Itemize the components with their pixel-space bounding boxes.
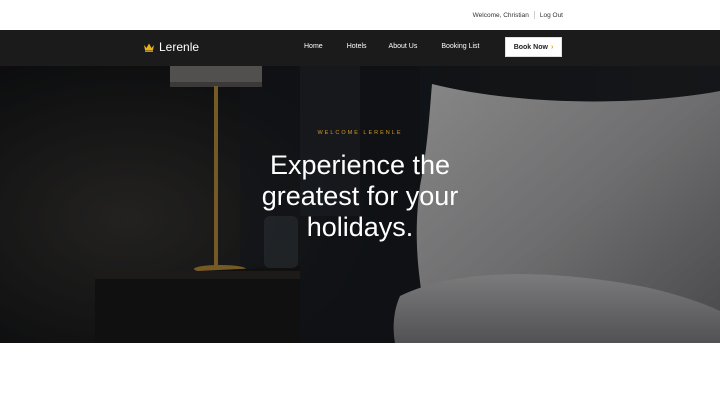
nav-item-booking-list[interactable]: Booking List — [441, 43, 479, 50]
book-now-label: Book Now — [513, 43, 548, 51]
brand-name: Lerenle — [159, 40, 200, 54]
content-area — [0, 343, 720, 400]
nav-item-home[interactable]: Home — [304, 43, 323, 50]
nav-item-hotels[interactable]: Hotels — [347, 43, 367, 50]
book-now-button[interactable]: Book Now › — [505, 37, 562, 57]
logout-link[interactable]: Log Out — [540, 12, 563, 19]
nav-menu: Home Hotels About Us Booking List — [304, 43, 479, 50]
hero-banner: WELCOME LERENLE Experience the greatest … — [0, 66, 720, 343]
divider — [533, 11, 535, 19]
chevron-right-icon: › — [550, 43, 554, 51]
crown-icon — [143, 42, 155, 52]
main-navbar: Lerenle Home Hotels About Us Booking Lis… — [0, 30, 720, 66]
welcome-text: Welcome, Christian — [472, 11, 529, 19]
account-links: Welcome, Christian Log Out — [473, 11, 563, 19]
brand-logo[interactable]: Lerenle — [143, 40, 199, 54]
hero-eyebrow: WELCOME LERENLE — [317, 130, 403, 136]
top-utility-bar: Welcome, Christian Log Out — [0, 0, 720, 30]
hero-headline: Experience the greatest for your holiday… — [261, 150, 459, 242]
nav-item-about-us[interactable]: About Us — [389, 43, 418, 50]
